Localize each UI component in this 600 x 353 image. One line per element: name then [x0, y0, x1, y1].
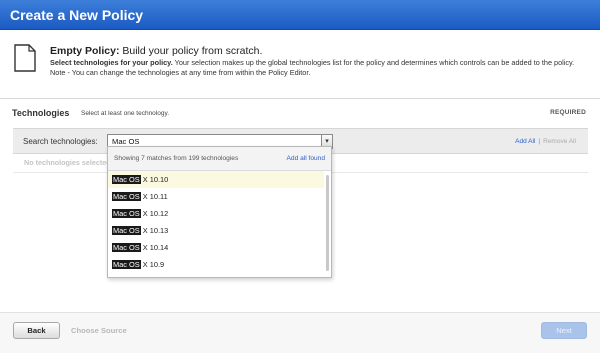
bulk-actions: Add All | Remove All [515, 138, 576, 145]
search-label: Search technologies: [23, 137, 98, 146]
match-count: Showing 7 matches from 199 technologies [114, 155, 239, 162]
wizard-footer: Back Choose Source Next [0, 313, 600, 353]
list-item[interactable]: Mac OS X 10.12 [108, 205, 324, 222]
document-icon [14, 44, 36, 72]
title-bar: Create a New Policy [0, 0, 600, 30]
suggestion-list: Mac OS X 10.10 Mac OS X 10.11 Mac OS X 1… [108, 171, 324, 273]
required-label: REQUIRED [550, 109, 586, 116]
technologies-subtitle: Select at least one technology. [81, 110, 170, 117]
dropdown-header: Showing 7 matches from 199 technologies … [108, 147, 331, 171]
list-item[interactable]: Mac OS X 10.14 [108, 239, 324, 256]
list-item[interactable]: Mac OS X 10.13 [108, 222, 324, 239]
dropdown-scrollbar[interactable] [326, 175, 329, 271]
policy-type-header: Empty Policy: Build your policy from scr… [14, 42, 594, 92]
choose-source-step: Choose Source [71, 326, 127, 335]
divider [0, 98, 600, 99]
technologies-section-header: Technologies Select at least one technol… [12, 108, 588, 122]
policy-type-description: Select technologies for your policy. You… [50, 58, 575, 77]
list-item[interactable]: Mac OS X 10.11 [108, 188, 324, 205]
window-title: Create a New Policy [10, 7, 144, 23]
link-separator: | [538, 138, 541, 145]
back-button[interactable]: Back [13, 322, 60, 339]
technology-suggestions-dropdown: Showing 7 matches from 199 technologies … [107, 146, 332, 278]
add-all-found-link[interactable]: Add all found [287, 155, 326, 162]
technologies-title: Technologies [12, 108, 70, 118]
policy-type-title: Empty Policy: Build your policy from scr… [50, 45, 263, 57]
list-item[interactable]: Mac OS X 10.10 [108, 171, 324, 188]
remove-all-link[interactable]: Remove All [543, 138, 576, 145]
next-button[interactable]: Next [541, 322, 587, 339]
empty-selection-text: No technologies selected [24, 158, 108, 167]
list-item[interactable]: Mac OS X 10.9 [108, 256, 324, 273]
add-all-link[interactable]: Add All [515, 138, 535, 145]
